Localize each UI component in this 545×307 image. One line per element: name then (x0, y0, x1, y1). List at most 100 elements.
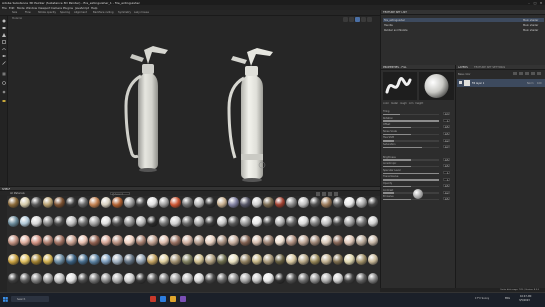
menu-plugins[interactable]: Plugins (63, 6, 73, 10)
material-swatch[interactable] (309, 273, 321, 284)
property-value[interactable]: 0.5 (443, 164, 450, 168)
texture-set-row[interactable]: Rubber and Nozzle Main shader (383, 28, 544, 32)
shelf-filter-icon[interactable] (322, 191, 326, 196)
material-swatch[interactable] (332, 254, 344, 265)
property-slider[interactable] (383, 159, 439, 161)
material-swatch[interactable] (100, 235, 112, 246)
property-value[interactable]: 1 (443, 118, 450, 123)
material-swatch[interactable] (54, 216, 65, 227)
material-swatch[interactable] (147, 273, 158, 284)
material-swatch[interactable] (182, 235, 193, 246)
property-slider[interactable] (383, 120, 439, 122)
minimize-button[interactable]: – (527, 1, 531, 5)
material-swatch[interactable] (182, 254, 193, 265)
material-swatch[interactable] (344, 197, 355, 208)
material-swatch[interactable] (356, 235, 367, 246)
material-swatch[interactable] (286, 197, 297, 208)
property-slider[interactable] (383, 185, 439, 188)
maximize-button[interactable]: □ (533, 1, 537, 5)
material-swatch[interactable] (309, 254, 321, 265)
material-swatch[interactable] (205, 254, 216, 265)
material-swatch[interactable] (274, 273, 286, 284)
material-swatch[interactable] (19, 235, 31, 246)
material-swatch[interactable] (66, 254, 77, 265)
shelf-settings-icon[interactable] (334, 191, 338, 196)
menu-viewport[interactable]: Viewport (38, 6, 50, 10)
material-swatch[interactable] (263, 216, 274, 227)
material-swatch[interactable] (263, 197, 274, 208)
delete-layer-icon[interactable] (537, 72, 541, 75)
material-swatch[interactable] (240, 254, 251, 265)
material-swatch[interactable] (147, 197, 158, 208)
picker-icon[interactable] (2, 60, 7, 65)
material-swatch[interactable] (89, 273, 100, 284)
property-slider[interactable] (383, 198, 439, 201)
material-swatch[interactable] (216, 197, 228, 208)
material-swatch[interactable] (251, 197, 263, 208)
material-swatch[interactable] (135, 235, 147, 246)
material-swatch[interactable] (100, 254, 112, 265)
toolbar-alignment[interactable]: Alignment (74, 11, 87, 14)
material-swatch[interactable] (228, 216, 239, 227)
material-swatch[interactable] (205, 197, 216, 208)
material-swatch[interactable] (286, 216, 297, 227)
property-slider[interactable] (383, 133, 439, 136)
material-swatch[interactable] (170, 197, 181, 208)
property-value[interactable]: 0.2 (443, 138, 450, 143)
material-swatch[interactable] (332, 216, 344, 227)
material-swatch[interactable] (135, 197, 147, 208)
property-slider[interactable] (383, 172, 439, 175)
material-swatch[interactable] (8, 197, 19, 208)
material-swatch[interactable] (367, 254, 379, 265)
material-swatch[interactable] (332, 273, 344, 284)
material-swatch[interactable] (298, 273, 309, 284)
material-swatch[interactable] (147, 254, 158, 265)
material-swatch[interactable] (205, 216, 216, 227)
material-swatch[interactable] (124, 216, 135, 227)
material-swatch[interactable] (19, 254, 31, 265)
material-swatch[interactable] (332, 197, 344, 208)
geometry-decal-icon[interactable] (2, 71, 7, 76)
3d-viewport[interactable]: Material (8, 16, 380, 186)
material-swatch[interactable] (31, 197, 42, 208)
material-swatch[interactable] (170, 273, 181, 284)
material-swatch[interactable] (77, 235, 89, 246)
material-swatch[interactable] (42, 197, 54, 208)
layers-tab[interactable]: LAYERS (458, 66, 468, 69)
material-swatch[interactable] (31, 216, 42, 227)
material-swatch[interactable] (158, 273, 170, 284)
material-swatch[interactable] (66, 216, 77, 227)
material-swatch[interactable] (263, 273, 274, 284)
material-swatch[interactable] (135, 254, 147, 265)
material-swatch[interactable] (216, 235, 228, 246)
material-swatch[interactable] (182, 216, 193, 227)
layer-opacity[interactable]: 100 (537, 82, 542, 85)
app-icon-painter[interactable] (150, 296, 156, 302)
smudge-icon[interactable] (2, 46, 7, 51)
bake-icon[interactable] (2, 80, 7, 85)
material-swatch[interactable] (251, 216, 263, 227)
material-swatch[interactable] (332, 235, 344, 246)
material-swatch[interactable] (124, 273, 135, 284)
toolbar-size[interactable]: Size (12, 11, 17, 14)
shelf-view-icon[interactable] (316, 191, 320, 196)
taskbar-search[interactable]: Search (11, 296, 49, 302)
property-value[interactable]: 0.5 (443, 197, 450, 201)
material-swatch[interactable] (112, 216, 123, 227)
material-swatch[interactable] (205, 273, 216, 284)
material-swatch[interactable] (286, 235, 297, 246)
material-swatch[interactable] (251, 254, 263, 265)
light-icon[interactable] (349, 17, 354, 22)
toolbar-spacing[interactable]: Spacing (60, 11, 70, 14)
texture-set-settings-tab[interactable]: TEXTURE SET SETTINGS (474, 66, 505, 69)
eraser-icon[interactable] (2, 25, 7, 30)
material-swatch[interactable] (170, 254, 181, 265)
texture-set-row[interactable]: Handle Main shader (383, 23, 544, 27)
material-swatch[interactable] (367, 273, 379, 284)
material-swatch[interactable] (321, 216, 332, 227)
material-swatch[interactable] (89, 254, 100, 265)
material-swatch[interactable] (309, 216, 321, 227)
property-value[interactable]: 0.5 (443, 157, 450, 162)
polygon-fill-icon[interactable] (2, 39, 7, 44)
material-swatch[interactable] (240, 273, 251, 284)
